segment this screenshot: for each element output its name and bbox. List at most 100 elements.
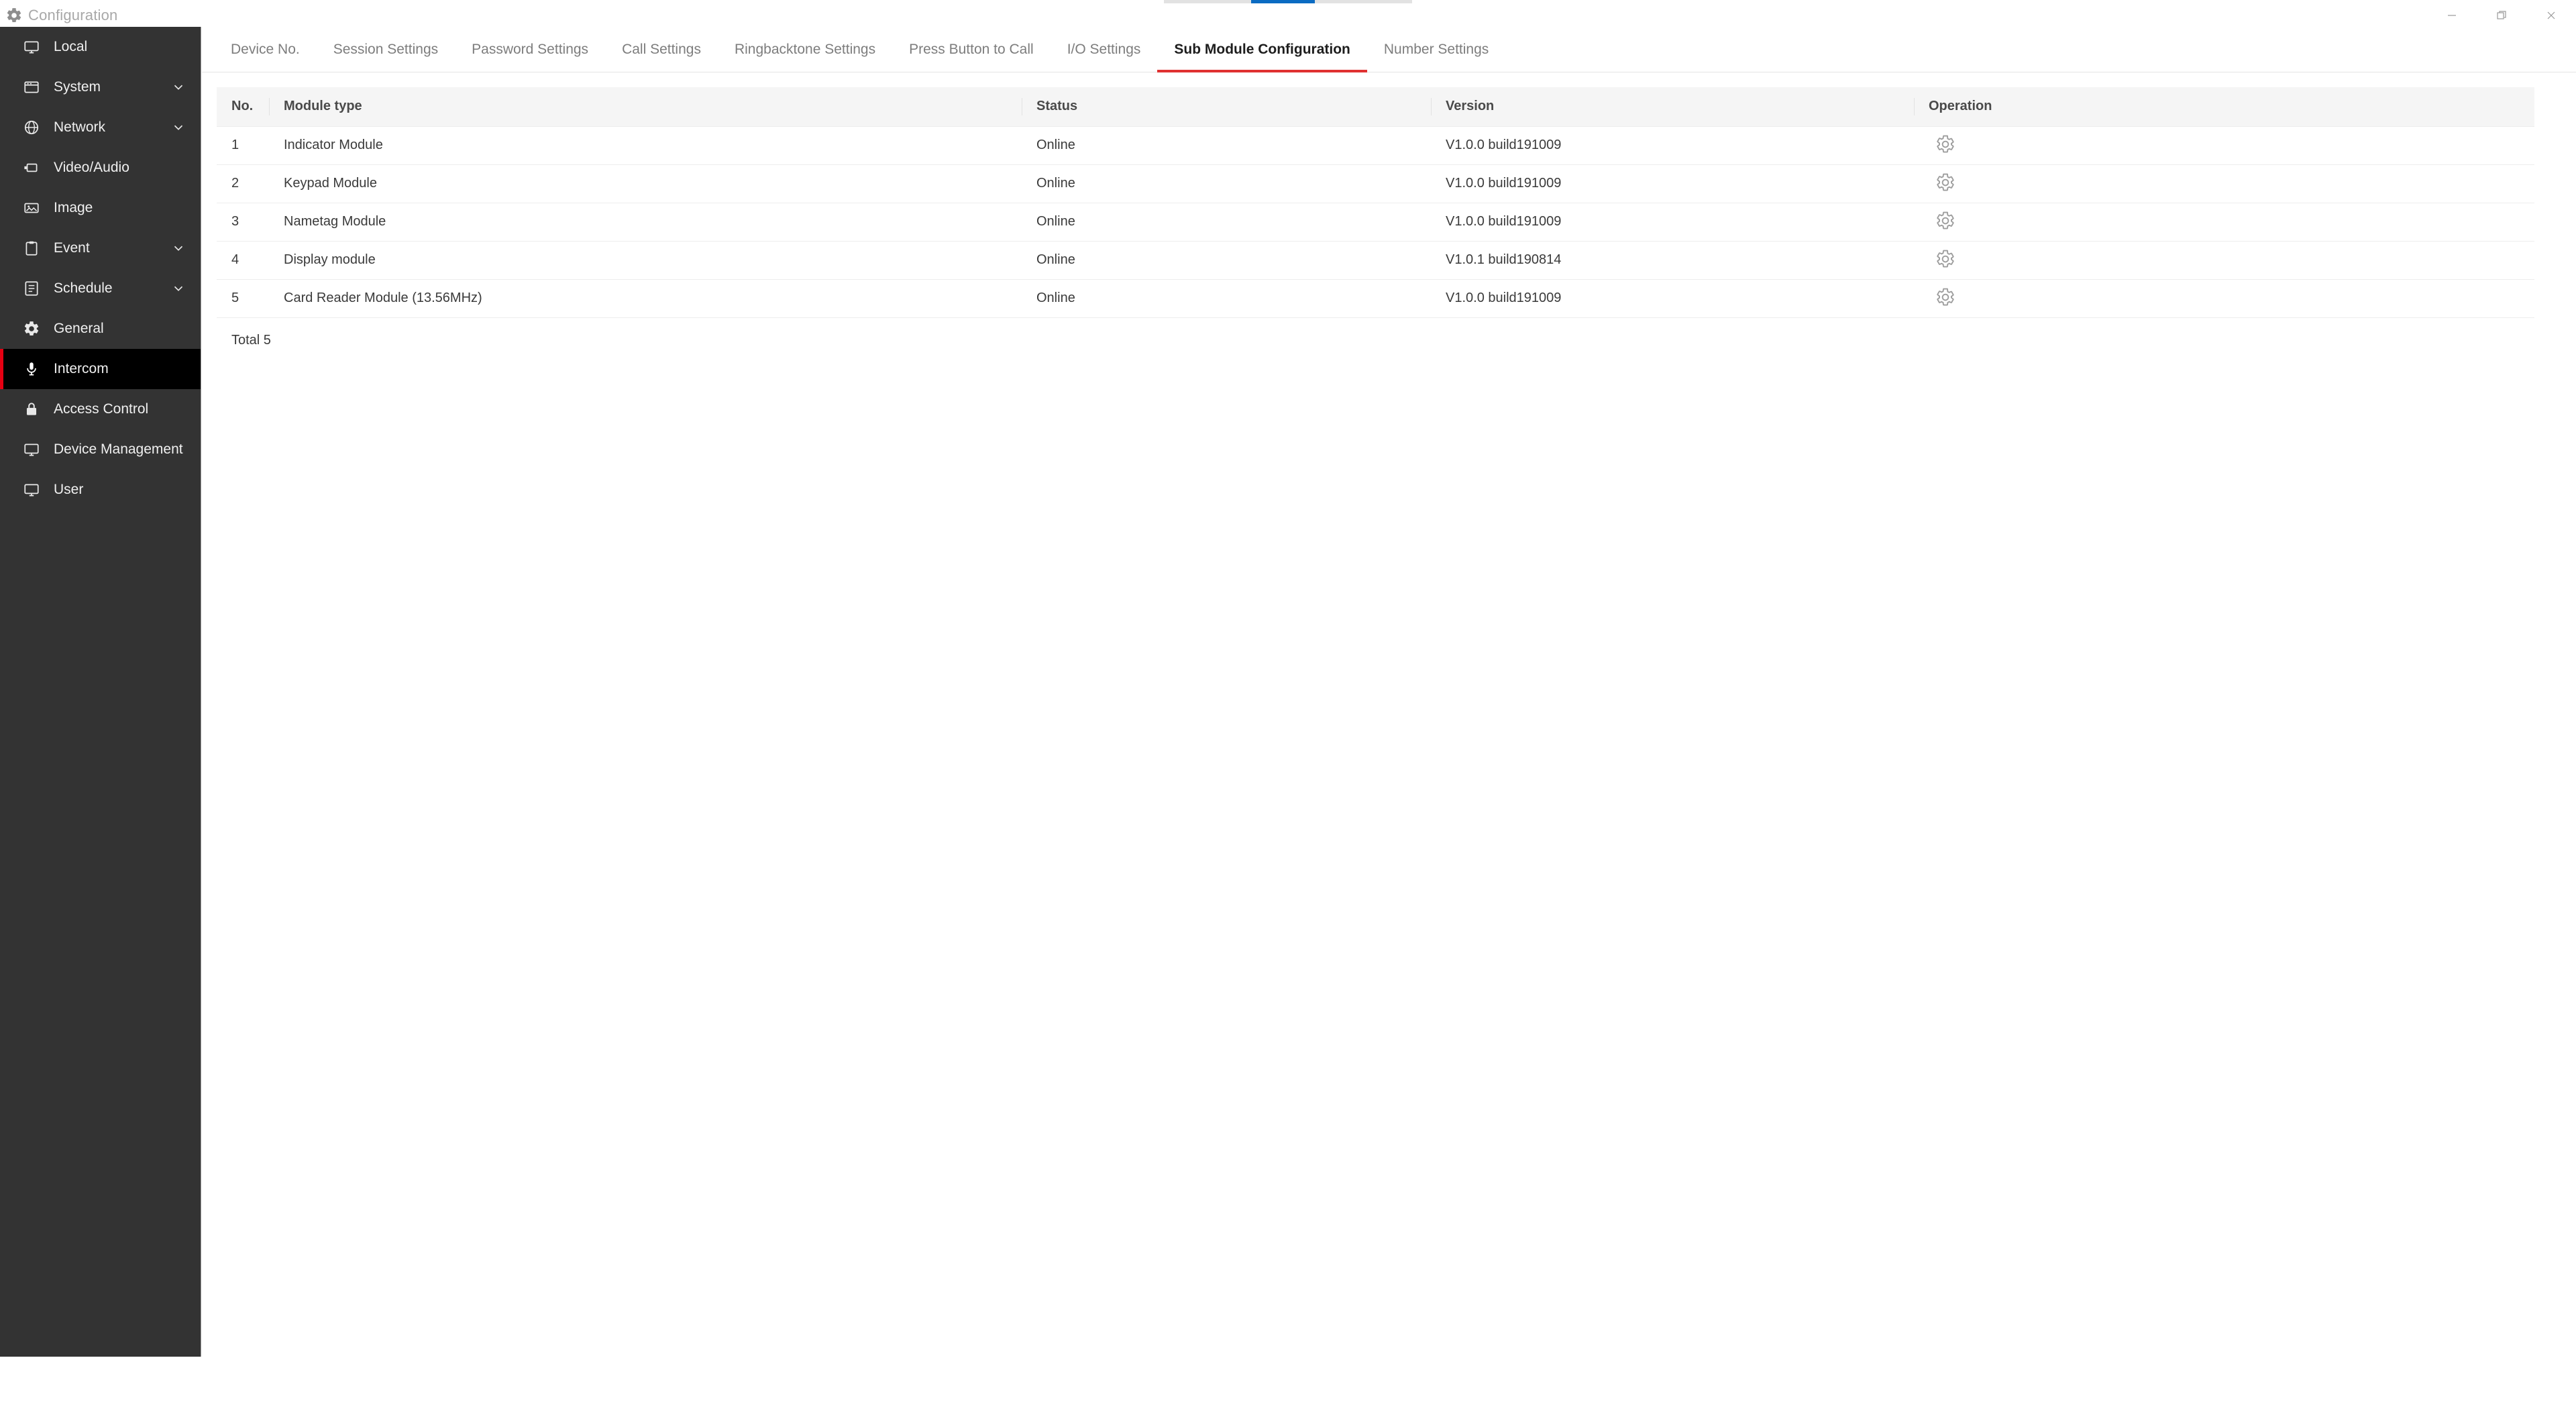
chevron-down-icon[interactable] bbox=[167, 117, 190, 138]
column-header-module-type: Module type bbox=[269, 87, 1022, 126]
window-title-bar: Configuration bbox=[0, 3, 2576, 27]
sidebar-item-label: Network bbox=[54, 119, 167, 136]
cell-status: Online bbox=[1022, 164, 1431, 203]
picture-icon bbox=[21, 198, 42, 218]
sub-module-table-wrapper: No. Module type Status Version Operation… bbox=[217, 87, 2475, 348]
tab-session-settings[interactable]: Session Settings bbox=[317, 27, 455, 72]
sidebar-item-video-audio[interactable]: Video/Audio bbox=[0, 148, 201, 188]
sidebar-item-label: User bbox=[54, 482, 201, 498]
cell-module-type: Nametag Module bbox=[269, 203, 1022, 241]
cell-operation bbox=[1914, 203, 2534, 241]
column-header-version: Version bbox=[1431, 87, 1914, 126]
tab-bar: Device No. Session Settings Password Set… bbox=[202, 27, 2576, 72]
tab-password-settings[interactable]: Password Settings bbox=[455, 27, 605, 72]
list-icon bbox=[21, 278, 42, 299]
gear-icon[interactable] bbox=[1934, 171, 1957, 194]
column-header-no: No. bbox=[217, 87, 269, 126]
cell-status: Online bbox=[1022, 279, 1431, 317]
sidebar-item-label: General bbox=[54, 321, 201, 337]
sidebar-item-label: Schedule bbox=[54, 280, 167, 297]
sidebar-item-label: Intercom bbox=[54, 361, 201, 377]
sidebar-item-system[interactable]: System bbox=[0, 67, 201, 107]
sidebar-item-label: Device Management bbox=[54, 441, 201, 458]
window-icon bbox=[21, 77, 42, 97]
sidebar-item-local[interactable]: Local bbox=[0, 27, 201, 67]
table-row: 1 Indicator Module Online V1.0.0 build19… bbox=[217, 126, 2534, 164]
cell-operation bbox=[1914, 241, 2534, 279]
cell-module-type: Display module bbox=[269, 241, 1022, 279]
sidebar-item-event[interactable]: Event bbox=[0, 228, 201, 268]
cell-module-type: Card Reader Module (13.56MHz) bbox=[269, 279, 1022, 317]
sidebar-item-intercom[interactable]: Intercom bbox=[0, 349, 201, 389]
cell-module-type: Indicator Module bbox=[269, 126, 1022, 164]
cell-operation bbox=[1914, 164, 2534, 203]
cell-version: V1.0.0 build191009 bbox=[1431, 203, 1914, 241]
cell-version: V1.0.1 build190814 bbox=[1431, 241, 1914, 279]
cell-no: 3 bbox=[217, 203, 269, 241]
gear-icon[interactable] bbox=[1934, 286, 1957, 309]
column-header-operation: Operation bbox=[1914, 87, 2534, 126]
cell-no: 4 bbox=[217, 241, 269, 279]
sidebar-item-network[interactable]: Network bbox=[0, 107, 201, 148]
close-icon[interactable] bbox=[2526, 3, 2576, 27]
total-count-label: Total 5 bbox=[231, 333, 2475, 348]
mic-icon bbox=[21, 359, 42, 379]
tab-press-button-to-call[interactable]: Press Button to Call bbox=[892, 27, 1051, 72]
gear-icon bbox=[21, 319, 42, 339]
cell-status: Online bbox=[1022, 203, 1431, 241]
sidebar-item-label: Video/Audio bbox=[54, 160, 201, 176]
window-title: Configuration bbox=[28, 7, 117, 24]
cell-status: Online bbox=[1022, 126, 1431, 164]
monitor-icon bbox=[21, 37, 42, 57]
chevron-down-icon[interactable] bbox=[167, 238, 190, 258]
clipboard-icon bbox=[21, 238, 42, 258]
cell-no: 1 bbox=[217, 126, 269, 164]
gear-icon bbox=[5, 7, 23, 24]
monitor-icon bbox=[21, 480, 42, 500]
cell-operation bbox=[1914, 279, 2534, 317]
table-row: 4 Display module Online V1.0.1 build1908… bbox=[217, 241, 2534, 279]
cell-no: 5 bbox=[217, 279, 269, 317]
cell-version: V1.0.0 build191009 bbox=[1431, 164, 1914, 203]
main-content: Device No. Session Settings Password Set… bbox=[202, 27, 2576, 1409]
globe-icon bbox=[21, 117, 42, 138]
tab-sub-module-configuration[interactable]: Sub Module Configuration bbox=[1157, 27, 1366, 72]
table-row: 3 Nametag Module Online V1.0.0 build1910… bbox=[217, 203, 2534, 241]
sidebar-item-schedule[interactable]: Schedule bbox=[0, 268, 201, 309]
chevron-down-icon[interactable] bbox=[167, 278, 190, 299]
monitor-icon bbox=[21, 439, 42, 460]
tab-io-settings[interactable]: I/O Settings bbox=[1051, 27, 1158, 72]
cell-version: V1.0.0 build191009 bbox=[1431, 279, 1914, 317]
cell-module-type: Keypad Module bbox=[269, 164, 1022, 203]
sidebar-item-label: Access Control bbox=[54, 401, 201, 417]
sidebar-item-general[interactable]: General bbox=[0, 309, 201, 349]
table-row: 2 Keypad Module Online V1.0.0 build19100… bbox=[217, 164, 2534, 203]
sidebar-item-label: Local bbox=[54, 39, 201, 55]
table-header-row: No. Module type Status Version Operation bbox=[217, 87, 2534, 126]
cell-operation bbox=[1914, 126, 2534, 164]
gear-icon[interactable] bbox=[1934, 209, 1957, 232]
chevron-down-icon[interactable] bbox=[167, 77, 190, 97]
sidebar: Local System Network Video/Audio Image bbox=[0, 27, 201, 1357]
sidebar-item-label: Event bbox=[54, 240, 167, 256]
cell-status: Online bbox=[1022, 241, 1431, 279]
minimize-icon[interactable] bbox=[2427, 3, 2477, 27]
cell-no: 2 bbox=[217, 164, 269, 203]
restore-icon[interactable] bbox=[2477, 3, 2526, 27]
tab-ringbacktone-settings[interactable]: Ringbacktone Settings bbox=[718, 27, 892, 72]
sidebar-item-image[interactable]: Image bbox=[0, 188, 201, 228]
camera-icon bbox=[21, 158, 42, 178]
sidebar-item-access-control[interactable]: Access Control bbox=[0, 389, 201, 429]
sidebar-item-device-management[interactable]: Device Management bbox=[0, 429, 201, 470]
tab-device-no[interactable]: Device No. bbox=[214, 27, 317, 72]
gear-icon[interactable] bbox=[1934, 248, 1957, 270]
tab-number-settings[interactable]: Number Settings bbox=[1367, 27, 1505, 72]
sidebar-item-user[interactable]: User bbox=[0, 470, 201, 510]
gear-icon[interactable] bbox=[1934, 133, 1957, 156]
tab-call-settings[interactable]: Call Settings bbox=[605, 27, 718, 72]
column-header-status: Status bbox=[1022, 87, 1431, 126]
sidebar-item-label: Image bbox=[54, 200, 201, 216]
cell-version: V1.0.0 build191009 bbox=[1431, 126, 1914, 164]
window-controls bbox=[2427, 3, 2576, 27]
sidebar-item-label: System bbox=[54, 79, 167, 95]
